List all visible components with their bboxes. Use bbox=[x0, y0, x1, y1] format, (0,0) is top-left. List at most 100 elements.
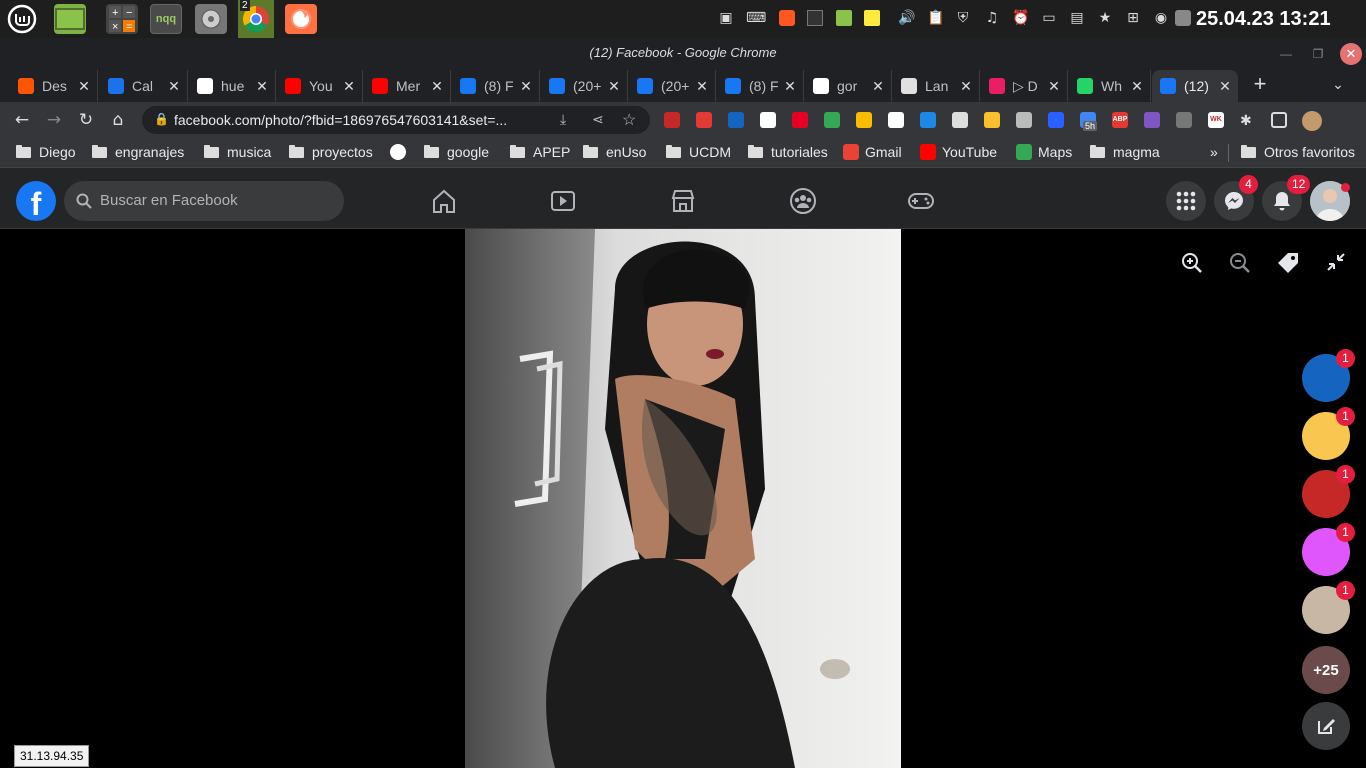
tab-2[interactable]: Cal ✕ bbox=[100, 70, 188, 102]
chrome-icon[interactable]: 2 bbox=[238, 0, 274, 38]
keyboard-icon[interactable]: ⌨ bbox=[746, 10, 766, 26]
pinterest-ext[interactable] bbox=[792, 112, 808, 128]
close-tab-icon[interactable]: ✕ bbox=[428, 78, 446, 95]
tab-search-icon[interactable]: ⌄ bbox=[1328, 76, 1348, 96]
bookmark-musica[interactable]: musica bbox=[204, 144, 271, 160]
new-message-button[interactable] bbox=[1302, 702, 1350, 750]
record-icon[interactable]: ◉ bbox=[1153, 10, 1169, 26]
marketplace-nav-icon[interactable] bbox=[669, 187, 697, 215]
ext-a[interactable] bbox=[952, 112, 968, 128]
close-tab-icon[interactable]: ✕ bbox=[517, 78, 535, 95]
close-tab-icon[interactable]: ✕ bbox=[869, 78, 887, 95]
tab-5[interactable]: Mer ✕ bbox=[364, 70, 451, 102]
ip-ext[interactable] bbox=[728, 112, 744, 128]
wk-ext[interactable]: WK bbox=[1208, 112, 1224, 128]
pen-icon[interactable] bbox=[1175, 10, 1191, 26]
terminal-icon[interactable] bbox=[54, 4, 86, 34]
target-ext[interactable] bbox=[1144, 112, 1160, 128]
bookmark-youtube[interactable]: YouTube bbox=[920, 144, 997, 160]
tab-8[interactable]: (20+ ✕ bbox=[629, 70, 716, 102]
bookmark-enuso[interactable]: enUso bbox=[583, 144, 646, 160]
close-tab-icon[interactable]: ✕ bbox=[253, 78, 271, 95]
close-tab-icon[interactable]: ✕ bbox=[1216, 78, 1234, 95]
puzzle-icon[interactable]: ✱ bbox=[1240, 112, 1256, 128]
bookmark-diego[interactable]: Diego bbox=[16, 144, 76, 160]
bookmark-ext[interactable] bbox=[664, 112, 680, 128]
close-tab-icon[interactable]: ✕ bbox=[957, 78, 975, 95]
firefox-icon[interactable] bbox=[285, 4, 317, 34]
bookmark-gmail[interactable]: Gmail bbox=[843, 144, 902, 160]
close-tab-icon[interactable]: ✕ bbox=[340, 78, 358, 95]
close-tab-icon[interactable]: ✕ bbox=[75, 78, 93, 95]
adblock-ext[interactable]: ABP bbox=[1112, 112, 1128, 128]
drive-ext[interactable] bbox=[824, 112, 840, 128]
minimize-icon[interactable]: — bbox=[1278, 46, 1294, 62]
clipboard-icon[interactable]: 📋 bbox=[927, 10, 944, 26]
photo[interactable] bbox=[465, 229, 901, 768]
facebook-logo-icon[interactable]: f bbox=[16, 181, 56, 221]
messenger-button[interactable]: 4 bbox=[1214, 175, 1258, 221]
star-icon[interactable]: ★ bbox=[1097, 10, 1113, 26]
contact-avatar[interactable]: 1 bbox=[1302, 523, 1355, 576]
bookmark-tutoriales[interactable]: tutoriales bbox=[748, 144, 828, 160]
side-panel-icon[interactable] bbox=[1271, 112, 1287, 128]
tag-icon[interactable] bbox=[1276, 251, 1300, 275]
tab-9[interactable]: (8) F ✕ bbox=[717, 70, 804, 102]
zoom-in-icon[interactable] bbox=[1180, 251, 1204, 275]
account-avatar[interactable] bbox=[1310, 181, 1350, 221]
home-icon[interactable]: ⌂ bbox=[108, 110, 128, 130]
music-icon[interactable]: ♫ bbox=[984, 10, 1000, 26]
bookmark-apep[interactable]: APEP bbox=[510, 144, 570, 160]
tab-3[interactable]: hue ✕ bbox=[189, 70, 276, 102]
disk-usage-icon[interactable] bbox=[195, 4, 227, 34]
tab-10[interactable]: gor ✕ bbox=[805, 70, 892, 102]
alarm-icon[interactable]: ⏰ bbox=[1012, 10, 1029, 26]
bookmark-google[interactable]: google bbox=[424, 144, 489, 160]
address-bar[interactable]: 🔒 facebook.com/photo/?fbid=1869765476031… bbox=[142, 106, 650, 134]
bookmark-star-icon[interactable]: ☆ bbox=[622, 110, 636, 130]
ext-c[interactable] bbox=[1016, 112, 1032, 128]
tab-14[interactable]: (12) ✕ bbox=[1152, 70, 1238, 102]
menu-grid-button[interactable] bbox=[1166, 181, 1206, 221]
volume-icon[interactable]: 🔊 bbox=[898, 10, 915, 26]
files-tray-icon[interactable] bbox=[836, 10, 852, 26]
close-tab-icon[interactable]: ✕ bbox=[1128, 78, 1146, 95]
tab-4[interactable]: You ✕ bbox=[277, 70, 363, 102]
tab-12[interactable]: ▷ D ✕ bbox=[981, 70, 1068, 102]
bookmark-engranajes[interactable]: engranajes bbox=[92, 144, 184, 160]
reload-icon[interactable]: ↻ bbox=[76, 110, 96, 130]
forward-icon[interactable]: → bbox=[44, 110, 64, 130]
app-indicator-icon[interactable] bbox=[779, 10, 795, 26]
tab-1[interactable]: Des ✕ bbox=[10, 70, 98, 102]
bookmark-ucdm[interactable]: UCDM bbox=[666, 144, 731, 160]
clock[interactable]: 25.04.23 13:21 bbox=[1196, 8, 1331, 31]
bookmark-maps[interactable]: Maps bbox=[1016, 144, 1072, 160]
close-tab-icon[interactable]: ✕ bbox=[693, 78, 711, 95]
calculator-icon[interactable]: + − × = bbox=[106, 4, 138, 34]
contact-avatar[interactable]: 1 bbox=[1302, 465, 1355, 518]
notes-tray-icon[interactable] bbox=[864, 10, 880, 26]
css-ext[interactable] bbox=[920, 112, 936, 128]
bookmark-google[interactable] bbox=[390, 144, 412, 160]
close-tab-icon[interactable]: ✕ bbox=[605, 78, 623, 95]
terminal-tray-icon[interactable] bbox=[807, 10, 823, 26]
close-tab-icon[interactable]: ✕ bbox=[781, 78, 799, 95]
back-icon[interactable]: ← bbox=[12, 110, 32, 130]
doc-ext[interactable] bbox=[760, 112, 776, 128]
home-nav-icon[interactable] bbox=[430, 187, 458, 215]
notifications-button[interactable]: 12 bbox=[1262, 175, 1311, 221]
network-icon[interactable]: ⊞ bbox=[1125, 10, 1141, 26]
tab-11[interactable]: Lan ✕ bbox=[893, 70, 980, 102]
back-ext[interactable] bbox=[888, 112, 904, 128]
camera-icon[interactable]: ▣ bbox=[718, 10, 734, 26]
bookmarks-overflow-button[interactable]: » bbox=[1210, 144, 1218, 160]
zoom-ext[interactable] bbox=[1048, 112, 1064, 128]
gaming-nav-icon[interactable] bbox=[907, 187, 935, 215]
url-text[interactable]: facebook.com/photo/?fbid=186976547603141… bbox=[174, 112, 507, 128]
bookmark-proyectos[interactable]: proyectos bbox=[289, 144, 373, 160]
new-tab-button[interactable]: + bbox=[1250, 73, 1270, 95]
contact-avatar[interactable]: 1 bbox=[1302, 407, 1355, 460]
profile-avatar[interactable] bbox=[1302, 111, 1322, 131]
more-contacts-button[interactable]: +25 bbox=[1302, 646, 1350, 694]
watch-nav-icon[interactable] bbox=[549, 187, 577, 215]
